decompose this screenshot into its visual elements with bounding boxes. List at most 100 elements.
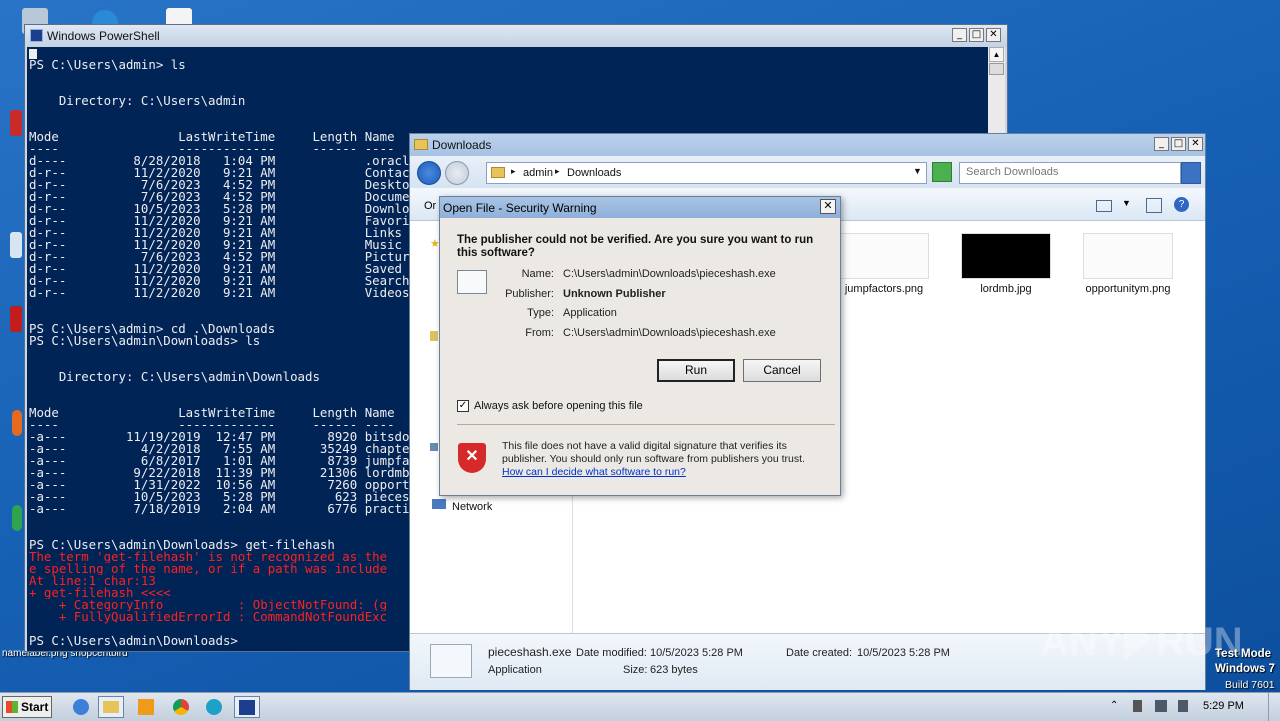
dialog-titlebar[interactable]: Open File - Security Warning ✕ <box>440 197 840 218</box>
file-name[interactable]: opportunitym.png <box>1073 283 1183 295</box>
file-thumbnail[interactable] <box>961 233 1051 279</box>
breadcrumb-admin[interactable]: admin <box>523 167 553 179</box>
organize-menu[interactable]: Or <box>424 200 436 212</box>
address-bar[interactable]: ▸ admin ▸ Downloads ▼ <box>486 162 927 184</box>
scroll-up-arrow[interactable]: ▲ <box>989 47 1004 62</box>
filezilla-shortcut-icon[interactable] <box>10 306 22 332</box>
breadcrumb-separator-icon[interactable]: ▸ <box>555 166 560 177</box>
details-created-value: 10/5/2023 5:28 PM <box>857 647 950 659</box>
build-label: Build 7601 <box>1225 679 1275 691</box>
preview-pane-icon[interactable] <box>1146 198 1162 213</box>
clock[interactable]: 5:29 PM <box>1203 700 1244 712</box>
maximize-button[interactable]: □ <box>969 28 984 42</box>
network-icon[interactable] <box>432 499 446 509</box>
details-size-label: Size: <box>623 664 648 676</box>
tray-expand-icon[interactable]: ⌃ <box>1110 700 1122 712</box>
show-desktop-button[interactable] <box>1268 693 1280 721</box>
play-icon <box>1124 614 1152 662</box>
powershell-taskbar-icon[interactable] <box>234 696 260 718</box>
folder-icon <box>414 139 428 150</box>
refresh-button[interactable] <box>932 162 952 182</box>
os-label: Windows 7 <box>1215 663 1275 675</box>
chrome-shortcut-icon[interactable] <box>12 505 22 531</box>
search-input[interactable] <box>966 166 1166 178</box>
search-box[interactable] <box>959 162 1181 184</box>
test-mode-label: Test Mode <box>1215 648 1272 660</box>
explorer-taskbar-icon[interactable] <box>98 696 124 718</box>
view-icon[interactable] <box>1096 200 1112 212</box>
security-warning-dialog[interactable]: Open File - Security Warning ✕ The publi… <box>439 196 841 496</box>
libraries-icon[interactable] <box>430 331 438 341</box>
minimize-button[interactable]: _ <box>952 28 967 42</box>
file-name[interactable]: lordmb.jpg <box>951 283 1061 295</box>
help-link[interactable]: How can I decide what software to run? <box>502 466 686 478</box>
dialog-title: Open File - Security Warning <box>443 201 597 215</box>
nav-network[interactable]: Network <box>452 501 492 513</box>
field-label: Publisher: <box>505 287 554 300</box>
console-line: PS C:\Users\admin\Downloads> <box>29 633 238 648</box>
field-value: Application <box>563 307 617 319</box>
edge-taskbar-icon[interactable] <box>201 696 227 718</box>
acrobat-shortcut-icon[interactable] <box>10 110 22 136</box>
file-name[interactable]: jumpfactors.png <box>829 283 939 295</box>
field-label: Type: <box>527 307 554 319</box>
network-tray-icon[interactable] <box>1155 700 1167 712</box>
ie-taskbar-icon[interactable] <box>68 696 94 718</box>
explorer-titlebar[interactable]: Downloads _ □ ✕ <box>410 134 1205 156</box>
firefox-shortcut-icon[interactable] <box>12 410 22 436</box>
forward-button[interactable] <box>445 161 469 185</box>
chrome-taskbar-icon[interactable] <box>168 696 194 718</box>
explorer-maximize-button[interactable]: □ <box>1171 137 1186 151</box>
watermark-brand: ANY <box>1040 620 1125 664</box>
computer-icon[interactable] <box>430 443 438 451</box>
console-line: PS C:\Users\admin\Downloads> ls <box>29 333 261 348</box>
start-button[interactable]: Start <box>2 696 52 718</box>
search-icon[interactable] <box>1181 162 1201 184</box>
details-modified-value: 10/5/2023 5:28 PM <box>650 647 743 659</box>
console-line: Directory: C:\Users\admin\Downloads <box>29 369 320 384</box>
always-ask-label[interactable]: Always ask before opening this file <box>474 400 643 412</box>
explorer-close-button[interactable]: ✕ <box>1188 137 1203 151</box>
close-button[interactable]: ✕ <box>986 28 1001 42</box>
details-size-value: 623 bytes <box>650 664 698 676</box>
view-dropdown-icon[interactable]: ▼ <box>1122 198 1131 208</box>
field-label: Name: <box>521 268 554 280</box>
powershell-titlebar[interactable]: Windows PowerShell _ □ ✕ <box>25 25 1007 47</box>
windows-logo-icon <box>6 701 18 713</box>
console-line: d-r-- 11/2/2020 9:21 AM Videos <box>29 285 410 300</box>
powershell-icon <box>30 29 43 42</box>
back-button[interactable] <box>417 161 441 185</box>
details-modified-label: Date modified: <box>576 647 647 659</box>
console-line: PS C:\Users\admin> ls <box>29 57 186 72</box>
file-thumbnail[interactable] <box>839 233 929 279</box>
dialog-question: The publisher could not be verified. Are… <box>457 234 814 259</box>
file-thumbnail[interactable] <box>1083 233 1173 279</box>
address-folder-icon <box>491 167 505 178</box>
run-button[interactable]: Run <box>657 359 735 382</box>
flag-icon[interactable] <box>1133 700 1142 712</box>
volume-icon[interactable] <box>1178 700 1188 712</box>
media-player-taskbar-icon[interactable] <box>133 696 159 718</box>
shield-warning-icon: ✕ <box>458 443 486 473</box>
field-value: Unknown Publisher <box>563 287 666 300</box>
breadcrumb-separator-icon[interactable]: ▸ <box>511 166 516 177</box>
powershell-title: Windows PowerShell <box>47 29 160 43</box>
details-type: Application <box>488 664 542 676</box>
warning-text: This file does not have a valid digital … <box>502 440 805 465</box>
breadcrumb-downloads[interactable]: Downloads <box>567 167 621 179</box>
help-icon[interactable]: ? <box>1174 197 1189 212</box>
taskbar: Start ⌃ 5:29 PM <box>0 692 1280 721</box>
field-value: C:\Users\admin\Downloads\pieceshash.exe <box>563 326 776 339</box>
always-ask-checkbox[interactable]: ✓ <box>457 400 469 412</box>
address-area: ▸ admin ▸ Downloads ▼ <box>410 156 1205 188</box>
details-created-label: Date created: <box>786 647 853 659</box>
application-icon <box>457 270 487 294</box>
desktop-shortcut-icon[interactable] <box>10 232 22 258</box>
explorer-minimize-button[interactable]: _ <box>1154 137 1169 151</box>
dialog-separator <box>457 424 835 425</box>
cancel-button[interactable]: Cancel <box>743 359 821 382</box>
dialog-close-button[interactable]: ✕ <box>820 199 836 214</box>
scroll-thumb[interactable] <box>989 63 1004 75</box>
address-dropdown-icon[interactable]: ▼ <box>913 166 922 176</box>
console-error-line: + FullyQualifiedErrorId : CommandNotFoun… <box>29 609 388 624</box>
